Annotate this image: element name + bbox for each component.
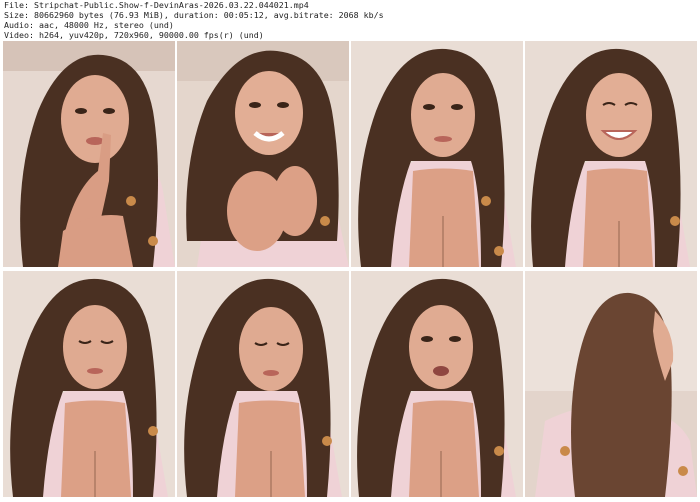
audio-info-line: Audio: aac, 48000 Hz, stereo (und) [4, 20, 174, 30]
video-info-line: Video: h264, yuv420p, 720x960, 90000.00 … [4, 30, 264, 40]
thumbnail-frame-4 [525, 41, 697, 267]
thumbnail-frame-2 [177, 41, 349, 267]
thumbnail-grid [3, 41, 697, 499]
thumbnail-frame-1 [3, 41, 175, 267]
frame-image [351, 271, 523, 497]
thumbnail-frame-8 [525, 271, 697, 497]
video-info-header: File: Stripchat-Public.Show-f-DevinAras-… [4, 0, 696, 40]
frame-image [177, 271, 349, 497]
frame-image [3, 41, 175, 267]
thumbnail-frame-5 [3, 271, 175, 497]
frame-image [177, 41, 349, 267]
thumbnail-frame-7 [351, 271, 523, 497]
file-name-line: File: Stripchat-Public.Show-f-DevinAras-… [4, 0, 309, 10]
frame-image [525, 271, 697, 497]
frame-image [3, 271, 175, 497]
frame-image [351, 41, 523, 267]
frame-image [525, 41, 697, 267]
thumbnail-frame-3 [351, 41, 523, 267]
file-size-line: Size: 80662960 bytes (76.93 MiB), durati… [4, 10, 384, 20]
thumbnail-frame-6 [177, 271, 349, 497]
